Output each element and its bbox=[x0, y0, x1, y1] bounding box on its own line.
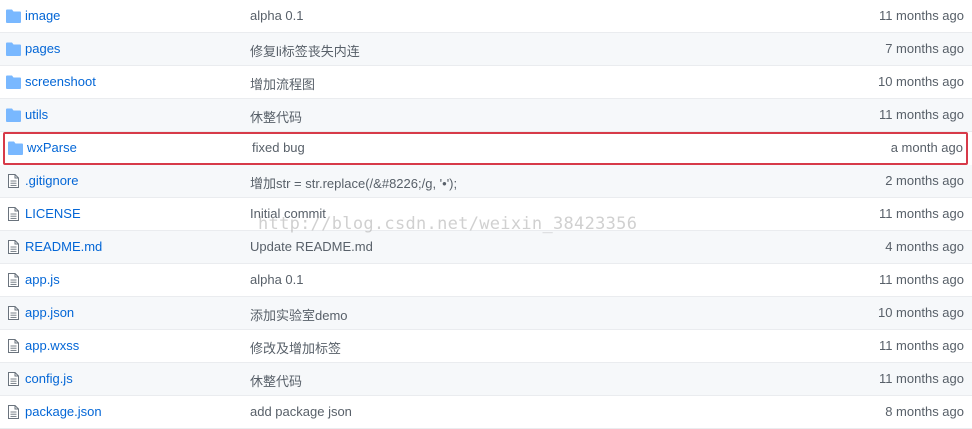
commit-age: 11 months ago bbox=[878, 338, 964, 353]
commit-age: 7 months ago bbox=[885, 41, 964, 56]
file-icon bbox=[6, 207, 21, 221]
folder-icon bbox=[6, 9, 21, 23]
file-row[interactable]: package.json add package json 8 months ago bbox=[0, 396, 972, 429]
file-row[interactable]: README.md Update README.md 4 months ago bbox=[0, 231, 972, 264]
commit-age: 4 months ago bbox=[885, 239, 964, 254]
folder-icon bbox=[6, 42, 21, 56]
commit-message-link[interactable]: 增加str = str.replace(/&#8226;/g, '•'); bbox=[250, 173, 457, 192]
file-name-link[interactable]: .gitignore bbox=[25, 173, 78, 188]
folder-name-link[interactable]: image bbox=[25, 8, 60, 23]
file-icon bbox=[6, 405, 21, 419]
folder-name-link[interactable]: utils bbox=[25, 107, 48, 122]
folder-row[interactable]: utils 休整代码 11 months ago bbox=[0, 99, 972, 132]
file-name-link[interactable]: app.json bbox=[25, 305, 74, 320]
commit-age: 11 months ago bbox=[878, 371, 964, 386]
file-row[interactable]: LICENSE Initial commit 11 months ago bbox=[0, 198, 972, 231]
file-name-link[interactable]: LICENSE bbox=[25, 206, 81, 221]
file-name-link[interactable]: README.md bbox=[25, 239, 102, 254]
folder-icon bbox=[6, 108, 21, 122]
file-row[interactable]: config.js 休整代码 11 months ago bbox=[0, 363, 972, 396]
commit-message-link[interactable]: add package json bbox=[250, 404, 352, 419]
commit-message-link[interactable]: 修改及增加标签 bbox=[250, 338, 341, 357]
folder-name-link[interactable]: screenshoot bbox=[25, 74, 96, 89]
file-icon bbox=[6, 174, 21, 188]
commit-message-link[interactable]: 修复li标签丧失内连 bbox=[250, 41, 360, 60]
commit-age: 10 months ago bbox=[877, 305, 964, 320]
file-name-link[interactable]: package.json bbox=[25, 404, 102, 419]
folder-icon bbox=[6, 75, 21, 89]
folder-row[interactable]: wxParse fixed bug a month ago bbox=[3, 132, 968, 165]
commit-message-link[interactable]: alpha 0.1 bbox=[250, 8, 304, 23]
folder-row[interactable]: image alpha 0.1 11 months ago bbox=[0, 0, 972, 33]
file-name-link[interactable]: app.js bbox=[25, 272, 60, 287]
commit-age: 2 months ago bbox=[885, 173, 964, 188]
commit-age: 10 months ago bbox=[877, 74, 964, 89]
folder-name-link[interactable]: wxParse bbox=[27, 140, 77, 155]
commit-age: a month ago bbox=[890, 140, 963, 155]
file-row[interactable]: .gitignore 增加str = str.replace(/&#8226;/g… bbox=[0, 165, 972, 198]
file-icon bbox=[6, 273, 21, 287]
commit-message-link[interactable]: Initial commit bbox=[250, 206, 326, 221]
commit-age: 11 months ago bbox=[878, 206, 964, 221]
commit-message-link[interactable]: 休整代码 bbox=[250, 107, 302, 126]
folder-row[interactable]: pages 修复li标签丧失内连 7 months ago bbox=[0, 33, 972, 66]
folder-icon bbox=[8, 141, 23, 155]
commit-message-link[interactable]: Update README.md bbox=[250, 239, 373, 254]
file-icon bbox=[6, 306, 21, 320]
commit-message-link[interactable]: 添加实验室demo bbox=[250, 305, 348, 324]
commit-message-link[interactable]: 休整代码 bbox=[250, 371, 302, 390]
file-row[interactable]: app.json 添加实验室demo 10 months ago bbox=[0, 297, 972, 330]
file-name-link[interactable]: config.js bbox=[25, 371, 73, 386]
commit-age: 11 months ago bbox=[878, 8, 964, 23]
folder-row[interactable]: screenshoot 增加流程图 10 months ago bbox=[0, 66, 972, 99]
commit-age: 8 months ago bbox=[885, 404, 964, 419]
file-icon bbox=[6, 339, 21, 353]
commit-message-link[interactable]: 增加流程图 bbox=[250, 74, 315, 93]
file-icon bbox=[6, 240, 21, 254]
file-row[interactable]: app.wxss 修改及增加标签 11 months ago bbox=[0, 330, 972, 363]
file-icon bbox=[6, 372, 21, 386]
commit-age: 11 months ago bbox=[878, 272, 964, 287]
file-row[interactable]: app.js alpha 0.1 11 months ago bbox=[0, 264, 972, 297]
file-name-link[interactable]: app.wxss bbox=[25, 338, 79, 353]
folder-name-link[interactable]: pages bbox=[25, 41, 60, 56]
commit-message-link[interactable]: fixed bug bbox=[252, 140, 305, 155]
commit-message-link[interactable]: alpha 0.1 bbox=[250, 272, 304, 287]
commit-age: 11 months ago bbox=[878, 107, 964, 122]
